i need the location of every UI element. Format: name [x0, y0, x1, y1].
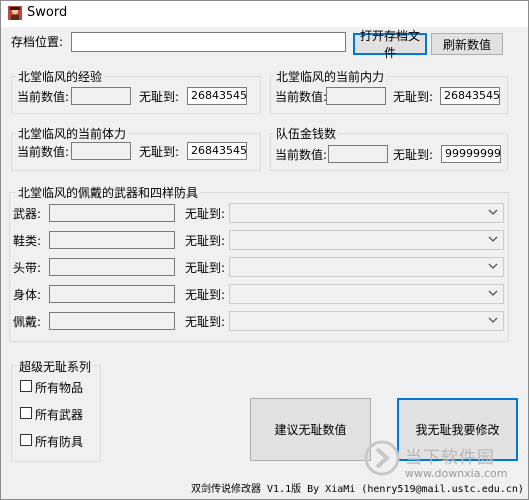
footer-credit: 双剑传说修改器 V1.1版 By XiaMi (henry519@mail.us…	[191, 484, 524, 495]
mp-shameless-input[interactable]: 268435455	[440, 87, 500, 105]
mp-current-field	[326, 87, 386, 105]
equip-select[interactable]	[229, 311, 504, 331]
all-weapons-label[interactable]: 所有武器	[35, 406, 83, 423]
window-title: Sword	[27, 5, 68, 20]
equip-select[interactable]	[229, 257, 504, 277]
chevron-down-icon	[488, 290, 498, 296]
money-current-label: 当前数值:	[275, 148, 328, 162]
watermark-brand: 当下软件园	[405, 448, 495, 468]
watermark-url: www.downxia.com	[405, 467, 508, 480]
hp-current-label: 当前数值:	[17, 145, 70, 159]
all-armor-checkbox[interactable]	[20, 434, 32, 446]
chevron-down-icon	[488, 236, 498, 242]
equip-select[interactable]	[229, 230, 504, 250]
equip-current-field	[49, 285, 175, 303]
exp-group-title: 北堂临风的经验	[16, 68, 105, 85]
exp-shameless-label: 无耻到:	[139, 90, 180, 104]
watermark-logo-icon	[364, 440, 400, 476]
money-current-field	[328, 145, 388, 163]
equipment-group-title: 北堂临风的佩戴的武器和四样防具	[16, 184, 201, 201]
mp-shameless-label: 无耻到:	[393, 90, 434, 104]
equip-select[interactable]	[229, 203, 504, 223]
equip-shameless-label: 无耻到:	[185, 315, 226, 329]
equip-shameless-label: 无耻到:	[185, 261, 226, 275]
hp-shameless-label: 无耻到:	[139, 145, 180, 159]
equip-row-label: 鞋类:	[13, 234, 42, 248]
money-shameless-input[interactable]: 99999999	[441, 145, 501, 163]
equip-row-label: 武器:	[13, 207, 42, 221]
exp-current-field	[71, 87, 131, 105]
exp-shameless-input[interactable]: 268435455	[187, 87, 247, 105]
chevron-down-icon	[488, 209, 498, 215]
equip-current-field	[49, 312, 175, 330]
all-items-label[interactable]: 所有物品	[35, 379, 83, 396]
equip-current-field	[49, 204, 175, 222]
app-icon	[8, 6, 22, 20]
equip-row-label: 佩戴:	[13, 315, 42, 329]
equip-shameless-label: 无耻到:	[185, 234, 226, 248]
equip-row-label: 身体:	[13, 288, 42, 302]
mp-current-label: 当前数值:	[275, 90, 328, 104]
refresh-values-button[interactable]: 刷新数值	[431, 33, 503, 55]
equip-shameless-label: 无耻到:	[185, 207, 226, 221]
hp-current-field	[71, 142, 131, 160]
all-armor-label[interactable]: 所有防具	[35, 433, 83, 450]
money-group-title: 队伍金钱数	[274, 125, 339, 142]
app-window: Sword 存档位置: 打开存档文件 刷新数值 北堂临风的经验 当前数值: 无耻…	[0, 0, 529, 500]
hp-shameless-input[interactable]: 268435455	[187, 142, 247, 160]
all-items-checkbox[interactable]	[20, 380, 32, 392]
equip-shameless-label: 无耻到:	[185, 288, 226, 302]
mp-group-title: 北堂临风的当前内力	[274, 68, 387, 85]
save-path-input[interactable]	[71, 32, 346, 52]
open-save-file-button[interactable]: 打开存档文件	[353, 29, 427, 60]
chevron-down-icon	[488, 263, 498, 269]
super-group-title: 超级无耻系列	[17, 358, 94, 375]
title-bar: Sword	[1, 1, 528, 27]
equip-row-label: 头带:	[13, 261, 42, 275]
money-shameless-label: 无耻到:	[393, 148, 434, 162]
equip-select[interactable]	[229, 284, 504, 304]
equip-current-field	[49, 258, 175, 276]
suggest-values-button[interactable]: 建议无耻数值	[250, 398, 371, 461]
all-weapons-checkbox[interactable]	[20, 407, 32, 419]
equip-current-field	[49, 231, 175, 249]
hp-group-title: 北堂临风的当前体力	[16, 125, 129, 142]
chevron-down-icon	[488, 317, 498, 323]
exp-current-label: 当前数值:	[17, 90, 70, 104]
save-path-label: 存档位置:	[11, 35, 64, 49]
